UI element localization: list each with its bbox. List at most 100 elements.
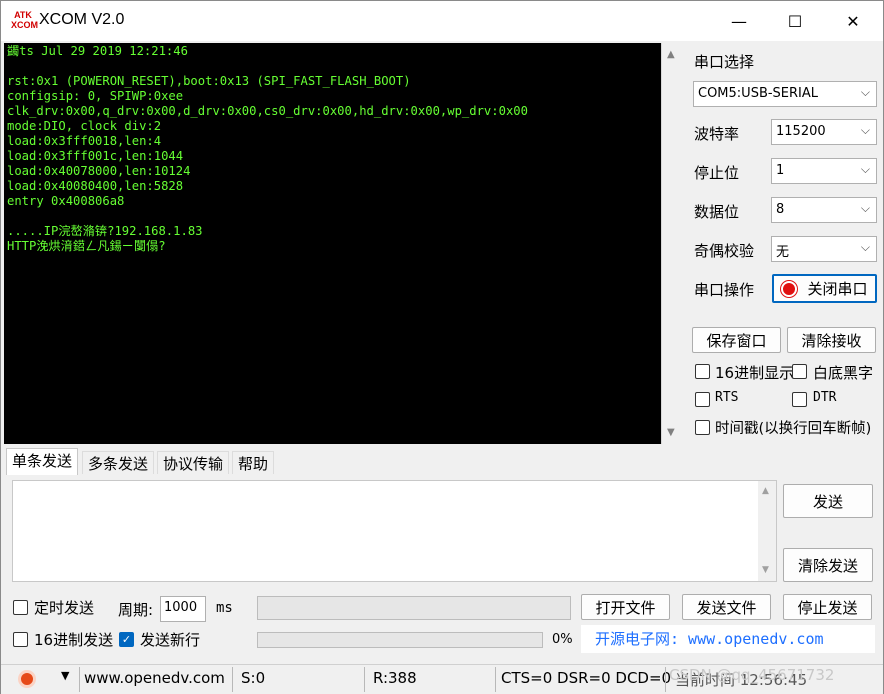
parity-label: 奇偶校验 [694, 242, 755, 260]
line-status: CTS=0 DSR=0 DCD=0 [501, 669, 672, 687]
chevron-down-icon: ⌵ [860, 85, 870, 99]
port-select[interactable]: COM5:USB-SERIAL ⌵ [693, 81, 877, 107]
website-link[interactable]: www.openedv.com [84, 669, 225, 687]
minimize-icon: — [731, 11, 747, 31]
terminal-line: mode:DIO, clock div:2 [7, 119, 162, 133]
dtr-checkbox[interactable] [792, 392, 807, 407]
terminal-line: load:0x3fff001c,len:1044 [7, 149, 184, 163]
scroll-up-icon[interactable]: ▲ [667, 49, 675, 60]
period-unit: ms [216, 600, 233, 616]
tab-single-send[interactable]: 单条发送 [6, 448, 79, 475]
clear-receive-button[interactable]: 清除接收 [787, 327, 876, 353]
send-input[interactable] [12, 480, 777, 582]
terminal-line: load:0x40080400,len:5828 [7, 179, 184, 193]
scroll-down-icon[interactable]: ▼ [762, 565, 769, 575]
rts-checkbox[interactable] [695, 392, 710, 407]
close-window-button[interactable]: ✕ [825, 1, 881, 41]
tab-protocol[interactable]: 协议传输 [157, 451, 230, 474]
file-path-bar [257, 596, 571, 620]
send-label: 发送 [812, 492, 843, 511]
app-logo-icon: ATK XCOM [11, 10, 38, 32]
save-window-button[interactable]: 保存窗口 [692, 327, 781, 353]
led-red-icon [781, 280, 798, 297]
parity-value: 无 [776, 245, 790, 260]
timestamp-label: 时间戳(以换行回车断帧) [715, 421, 872, 437]
dtr-label: DTR [813, 390, 837, 405]
hex-display-checkbox[interactable] [695, 364, 710, 379]
hex-display-label: 16进制显示 [715, 364, 795, 382]
send-button[interactable]: 发送 [783, 484, 873, 518]
terminal-line: entry 0x400806a8 [7, 194, 125, 208]
clear-send-label: 清除发送 [797, 556, 858, 575]
stop-send-label: 停止发送 [797, 598, 858, 617]
tab-help[interactable]: 帮助 [232, 451, 275, 474]
chevron-down-icon: ⌵ [860, 162, 870, 176]
close-icon: ✕ [846, 11, 860, 31]
gear-icon[interactable] [18, 670, 36, 688]
send-newline-label: 发送新行 [140, 631, 201, 649]
clear-send-button[interactable]: 清除发送 [783, 548, 873, 582]
scroll-down-icon[interactable]: ▼ [667, 427, 675, 438]
baud-rate-select[interactable]: 115200 ⌵ [771, 119, 877, 145]
checkmark-icon: ✓ [121, 633, 132, 646]
stop-bits-value: 1 [776, 163, 785, 178]
maximize-icon: ☐ [787, 11, 803, 31]
send-tabs: 单条发送 多条发送 协议传输 帮助 [4, 448, 684, 476]
data-bits-label: 数据位 [694, 203, 740, 221]
chevron-down-icon: ⌵ [860, 123, 870, 137]
window-title: XCOM V2.0 [39, 11, 125, 28]
scroll-up-icon[interactable]: ▲ [762, 486, 769, 496]
logo-line-1: ATK [14, 10, 32, 20]
send-scrollbar[interactable]: ▲ ▼ [758, 481, 776, 581]
logo-line-2: XCOM [11, 20, 38, 30]
period-label: 周期: [118, 601, 154, 619]
dropdown-arrow-icon[interactable]: ▼ [61, 669, 69, 682]
close-port-button[interactable]: 关闭串口 [772, 274, 877, 303]
port-select-label: 串口选择 [694, 53, 755, 71]
timestamp-checkbox[interactable] [695, 420, 710, 435]
stop-bits-select[interactable]: 1 ⌵ [771, 158, 877, 184]
period-value: 1000 [164, 600, 198, 615]
data-bits-select[interactable]: 8 ⌵ [771, 197, 877, 223]
terminal-line: .....IP浣嶅潃锛?192.168.1.83 [7, 224, 203, 238]
clear-receive-label: 清除接收 [801, 331, 862, 350]
send-progress-bar [257, 632, 543, 648]
terminal-line: rst:0x1 (POWERON_RESET),boot:0x13 (SPI_F… [7, 74, 411, 88]
watermark: CSDN @qq_45671732 [669, 666, 835, 684]
port-operation-label: 串口操作 [694, 281, 755, 299]
white-bg-checkbox[interactable] [792, 364, 807, 379]
terminal-line: configsip: 0, SPIWP:0xee [7, 89, 184, 103]
timed-send-checkbox[interactable] [13, 600, 28, 615]
timed-send-label: 定时发送 [34, 599, 95, 617]
stop-send-button[interactable]: 停止发送 [783, 594, 872, 620]
chevron-down-icon: ⌵ [860, 201, 870, 215]
data-bits-value: 8 [776, 202, 785, 217]
save-window-label: 保存窗口 [706, 331, 767, 350]
hex-send-checkbox[interactable] [13, 632, 28, 647]
port-select-value: COM5:USB-SERIAL [698, 86, 819, 101]
open-file-button[interactable]: 打开文件 [581, 594, 670, 620]
title-bar: ATK XCOM XCOM V2.0 — ☐ ✕ [1, 1, 883, 41]
terminal-line: HTTP浼烘湇鍣ㄥ凡鍚ㄧ闅傝? [7, 239, 166, 253]
received-count: R:388 [373, 669, 417, 687]
baud-rate-value: 115200 [776, 124, 826, 139]
terminal-line: clk_drv:0x00,q_drv:0x00,d_drv:0x00,cs0_d… [7, 104, 528, 118]
stop-bits-label: 停止位 [694, 164, 740, 182]
promo-link[interactable]: 开源电子网: www.openedv.com [581, 625, 875, 653]
rts-label: RTS [715, 390, 739, 405]
progress-percent: 0% [552, 632, 573, 647]
send-file-label: 发送文件 [696, 598, 757, 617]
minimize-button[interactable]: — [711, 1, 767, 41]
terminal-scrollbar[interactable]: ▲ ▼ [661, 43, 683, 444]
parity-select[interactable]: 无 ⌵ [771, 236, 877, 262]
send-newline-checkbox[interactable]: ✓ [119, 632, 134, 647]
maximize-button[interactable]: ☐ [767, 1, 823, 41]
open-file-label: 打开文件 [595, 598, 656, 617]
send-file-button[interactable]: 发送文件 [682, 594, 771, 620]
terminal-line: 蠲ts Jul 29 2019 12:21:46 [7, 44, 188, 58]
tab-multi-send[interactable]: 多条发送 [82, 451, 155, 474]
period-input[interactable]: 1000 [160, 596, 206, 622]
receive-terminal[interactable]: 蠲ts Jul 29 2019 12:21:46 rst:0x1 (POWERO… [4, 43, 661, 444]
